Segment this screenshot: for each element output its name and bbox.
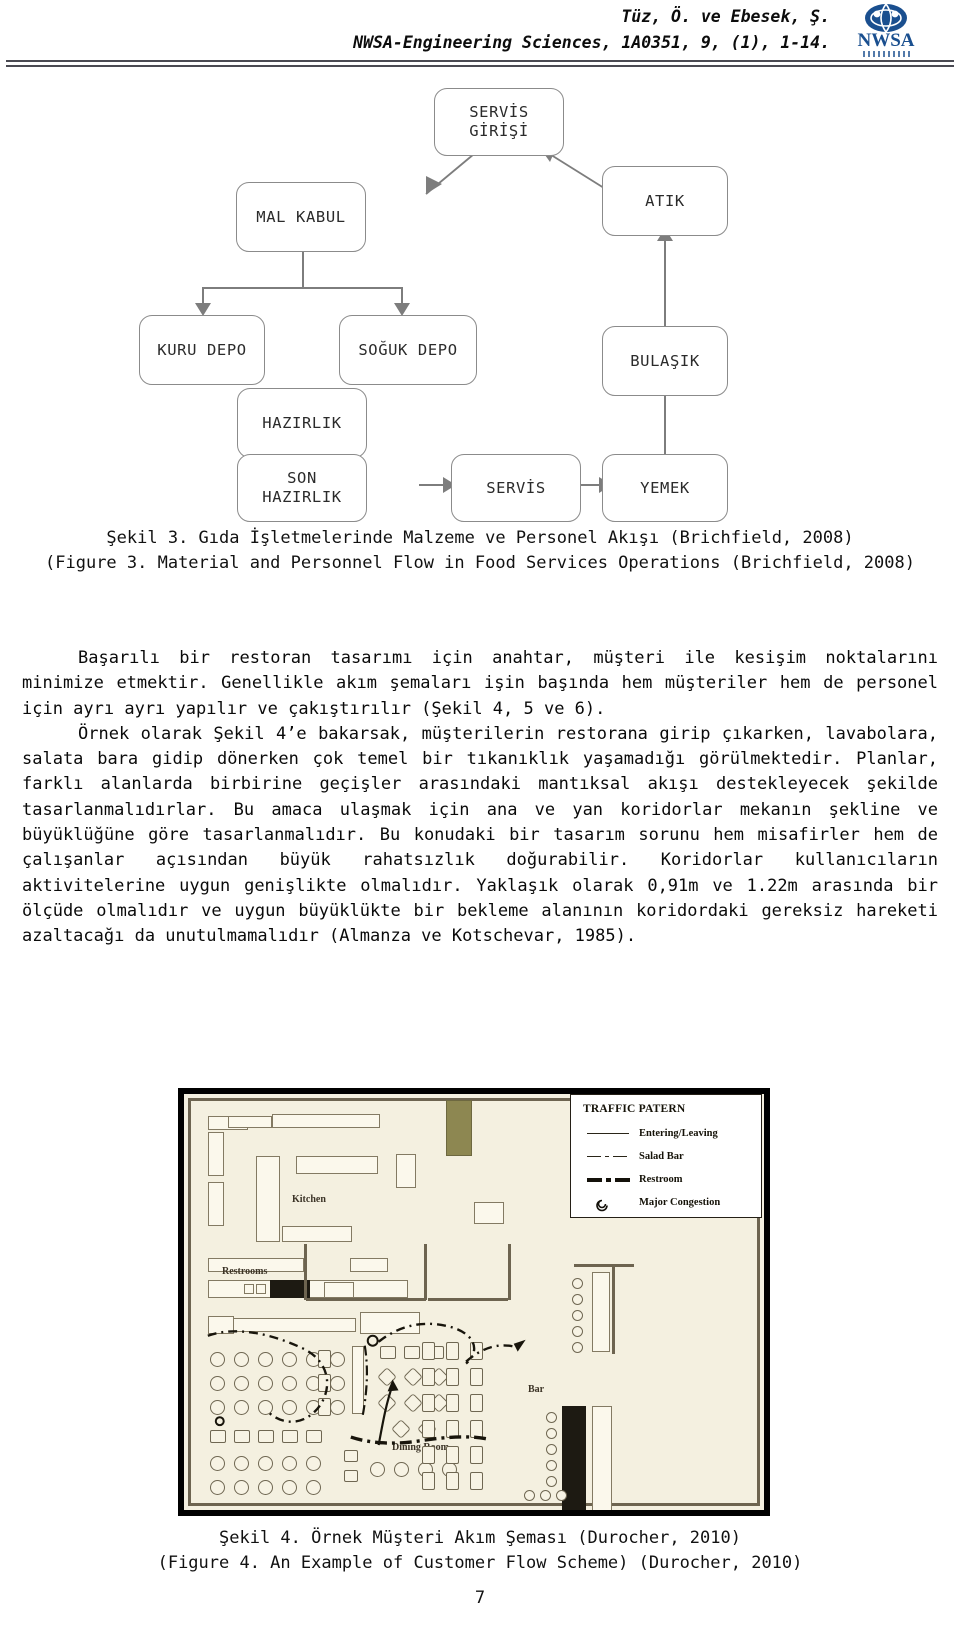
legend-label: Major Congestion (639, 1197, 721, 1208)
flow-path-restroom-2 (350, 1435, 489, 1445)
legend-item-restroom: Restroom (583, 1168, 761, 1191)
legend-label: Restroom (639, 1174, 683, 1185)
figure-3-flowchart: SERVİS GİRİŞİ MAL KABUL ATIK KURU DEPO S… (0, 72, 960, 522)
page-number: 7 (474, 1588, 486, 1608)
legend-key-spiral-icon (583, 1196, 639, 1211)
header-authors: Tüz, Ö. ve Ebesek, Ş. (621, 7, 830, 26)
legend-key-thick-dash-dot-line-icon (583, 1173, 639, 1187)
connector-bulasik-atik (664, 232, 666, 327)
figure-3-caption-tr: Şekil 3. Gıda İşletmelerinde Malzeme ve … (106, 528, 854, 548)
flow-arrow-up (387, 1379, 399, 1392)
flow-path-restroom (361, 1345, 368, 1416)
page-header: Tüz, Ö. ve Ebesek, Ş. NWSA-Engineering S… (0, 0, 960, 67)
congestion-marker-1 (366, 1334, 379, 1347)
flow-node-soguk-depo: SOĞUK DEPO (339, 315, 477, 385)
connector-yemek-bulasik (664, 386, 666, 456)
flow-node-atik: ATIK (602, 166, 728, 236)
header-rule-bottom (6, 65, 954, 67)
header-citation: Tüz, Ö. ve Ebesek, Ş. NWSA-Engineering S… (353, 4, 830, 56)
traffic-pattern-legend: TRAFFIC PATERN Entering/Leaving Salad Ba… (570, 1094, 762, 1218)
figure-4-caption-en: (Figure 4. An Example of Customer Flow S… (157, 1553, 803, 1573)
header-journal-ref: NWSA-Engineering Sciences, 1A0351, 9, (1… (353, 33, 830, 52)
legend-item-salad-bar: Salad Bar (583, 1145, 761, 1168)
nwsa-logo-icon: NWSA (840, 2, 932, 58)
legend-item-major-congestion: Major Congestion (583, 1191, 761, 1214)
flow-path-entering (377, 1322, 476, 1365)
figure-3-caption-en: (Figure 3. Material and Personnel Flow i… (45, 553, 915, 573)
flow-node-bulasik: BULAŞIK (602, 326, 728, 396)
congestion-marker-2 (214, 1416, 225, 1427)
legend-label: Salad Bar (639, 1151, 684, 1162)
header-rule-top (6, 60, 954, 62)
legend-title: TRAFFIC PATERN (583, 1103, 686, 1115)
flow-node-yemek: YEMEK (602, 454, 728, 522)
flow-node-mal-kabul: MAL KABUL (236, 182, 366, 252)
paragraph-2: Örnek olarak Şekil 4’e bakarsak, müşteri… (22, 723, 938, 947)
nwsa-logo-text: NWSA (857, 30, 914, 51)
figure-4-floorplan: Kitchen Restrooms Dining Room Bar TRAFFI… (178, 1088, 770, 1516)
flow-node-kuru-depo: KURU DEPO (139, 315, 265, 385)
flow-path-leaving (377, 1385, 394, 1446)
connector-malkabul-stem (302, 252, 304, 288)
flow-node-son-hazirlik: SON HAZIRLIK (237, 454, 367, 522)
figure-4-caption-tr: Şekil 4. Örnek Müşteri Akım Şeması (Duro… (219, 1528, 741, 1548)
flow-path-salad-bar (207, 1330, 329, 1423)
flow-node-servis-girisi: SERVİS GİRİŞİ (434, 88, 564, 156)
connector-malkabul-split (202, 287, 402, 289)
flow-node-hazirlik: HAZIRLIK (237, 388, 367, 458)
legend-item-entering-leaving: Entering/Leaving (583, 1122, 761, 1145)
legend-label: Entering/Leaving (639, 1128, 718, 1139)
paragraph-1: Başarılı bir restoran tasarımı için anah… (22, 648, 938, 719)
flow-arrow-left (513, 1339, 526, 1352)
figure-4-caption: Şekil 4. Örnek Müşteri Akım Şeması (Duro… (30, 1526, 930, 1576)
legend-key-dash-dot-line-icon (583, 1150, 639, 1164)
legend-key-solid-line-icon (583, 1127, 639, 1141)
figure-3-caption: Şekil 3. Gıda İşletmelerinde Malzeme ve … (30, 526, 930, 576)
flow-node-servis: SERVİS (451, 454, 581, 522)
body-text: Başarılı bir restoran tasarımı için anah… (22, 646, 938, 950)
floorplan-canvas: Kitchen Restrooms Dining Room Bar TRAFFI… (184, 1094, 764, 1510)
